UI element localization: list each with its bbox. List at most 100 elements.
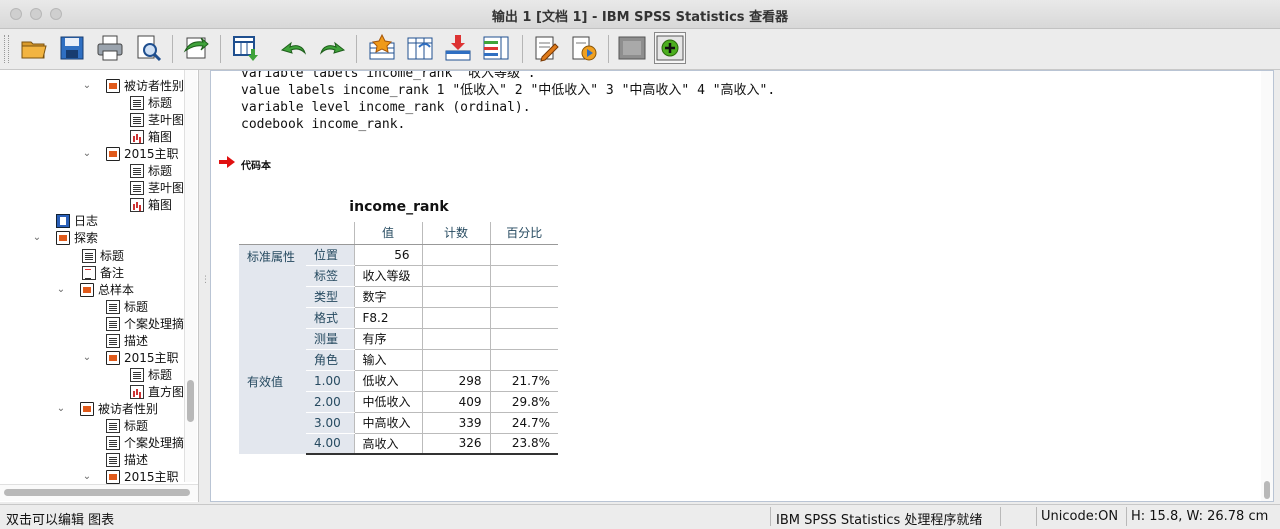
pane-splitter[interactable] [199,70,210,502]
outline-item[interactable]: ⌄ 2015主职 [82,145,179,162]
chevron-down-icon[interactable]: ⌄ [56,403,66,414]
codebook-table[interactable]: 值 计数 百分比 标准属性 位置 56 标签 收入等级 类型 数字 格式 F8.… [239,222,558,455]
outline-item[interactable]: 备注 [82,264,124,281]
output-heading[interactable]: 代码本 [241,157,271,172]
output-content-pane[interactable]: variable labels income_rank "收入等级". value… [210,70,1274,502]
histogram-icon [130,384,144,399]
outline-vertical-scrollbar[interactable] [184,70,197,482]
table-cell [421,286,490,308]
outline-item[interactable]: ⌄ 2015主职 [82,349,179,366]
title-page-icon [130,95,144,110]
undo-icon [280,41,307,55]
print-icon [97,35,123,61]
designate-window-button[interactable] [530,32,562,64]
outline-item[interactable]: 标题 [106,417,148,434]
print-preview-button[interactable] [132,32,164,64]
status-message: 双击可以编辑 图表 [6,513,115,528]
table-icon [106,316,120,331]
outline-item[interactable]: 茎叶图 [130,111,184,128]
undo-button[interactable] [278,32,310,64]
table-icon [106,452,120,467]
book-icon [56,230,70,245]
show-button[interactable] [654,32,686,64]
outline-item[interactable]: 描述 [106,451,148,468]
export-button[interactable] [180,32,212,64]
table-cell [489,307,558,329]
stem-leaf-icon [130,112,144,127]
run-script-button[interactable] [568,32,600,64]
outline-item-label: 箱图 [148,130,173,144]
title-page-icon [130,367,144,382]
chart-icon [130,129,144,144]
table-cell: 409 [421,391,490,413]
table-row: 标准属性 位置 56 [239,244,558,370]
unicode-status: Unicode:ON [1041,509,1119,524]
toolbar-grip[interactable] [4,35,9,63]
redo-button[interactable] [316,32,348,64]
chart-icon [130,197,144,212]
goto-variable-icon [407,37,433,60]
outline-item[interactable]: ⌄ 2015主职 [82,468,179,485]
chevron-down-icon[interactable]: ⌄ [32,232,42,243]
scroll-thumb[interactable] [187,380,194,422]
title-page-icon [106,418,120,433]
outline-item[interactable]: 标题 [82,247,124,264]
insert-cases-icon [445,35,471,61]
table-row: 有效值 1.00 低收入 298 21.7% [239,370,558,454]
chevron-down-icon[interactable]: ⌄ [82,80,92,91]
status-divider [1036,507,1037,526]
row-label: 3.00 [306,412,354,434]
chevron-down-icon[interactable]: ⌄ [82,471,92,482]
corner-cell [306,222,354,245]
chevron-down-icon[interactable]: ⌄ [56,284,66,295]
table-cell: 339 [421,412,490,434]
open-icon [21,41,47,59]
outline-item-label: 标题 [148,164,173,178]
outline-item[interactable]: 标题 [130,162,172,179]
outline-item[interactable]: 描述 [106,332,148,349]
outline-item[interactable]: 箱图 [130,128,172,145]
outline-item[interactable]: 个案处理摘 [106,434,184,451]
outline-item[interactable]: ⌄ 被访者性别 [56,400,158,417]
red-arrow-icon [219,156,235,168]
chevron-down-icon[interactable]: ⌄ [82,148,92,159]
open-button[interactable] [18,32,50,64]
print-button[interactable] [94,32,126,64]
scroll-thumb[interactable] [1264,481,1270,499]
outline-horizontal-scrollbar[interactable] [0,484,198,501]
book-icon [106,146,120,161]
outline-item-label: 标题 [148,96,173,110]
outline-item[interactable]: ⌄ 探索 [32,229,98,246]
outline-item[interactable]: 日志 [56,212,98,229]
table-cell: 24.7% [489,412,558,434]
toolbar-separator [608,35,609,63]
outline-item[interactable]: 标题 [106,298,148,315]
goto-data-button[interactable] [230,32,262,64]
size-status: H: 15.8, W: 26.78 cm [1131,509,1269,524]
export-icon [183,37,209,59]
outline-pane[interactable]: ⌄ 被访者性别 标题 茎叶图 箱图 ⌄ 2015主职 标题 茎叶图 箱图 日志 ⌄ 探… [0,70,199,502]
outline-item[interactable]: 茎叶图 [130,179,184,196]
insert-cases-button[interactable] [442,32,474,64]
redo-icon [319,41,346,55]
goto-case-button[interactable] [366,32,398,64]
outline-item[interactable]: 箱图 [130,196,172,213]
outline-item[interactable]: 标题 [130,366,172,383]
table-cell: 298 [421,370,490,392]
hide-button[interactable] [616,32,648,64]
status-divider [770,507,771,526]
save-button[interactable] [56,32,88,64]
outline-item[interactable]: 直方图 [130,383,184,400]
outline-item[interactable]: 个案处理摘 [106,315,184,332]
outline-item[interactable]: 标题 [130,94,172,111]
goto-variable-button[interactable] [404,32,436,64]
outline-item[interactable]: ⌄ 被访者性别 [82,77,184,94]
outline-item[interactable]: ⌄ 总样本 [56,281,134,298]
variables-button[interactable] [480,32,512,64]
scroll-thumb[interactable] [4,489,190,496]
table-cell [489,328,558,350]
table-title[interactable]: income_rank [241,199,557,215]
outline-item-label: 箱图 [148,198,173,212]
content-vertical-scrollbar[interactable] [1261,71,1273,501]
chevron-down-icon[interactable]: ⌄ [82,352,92,363]
